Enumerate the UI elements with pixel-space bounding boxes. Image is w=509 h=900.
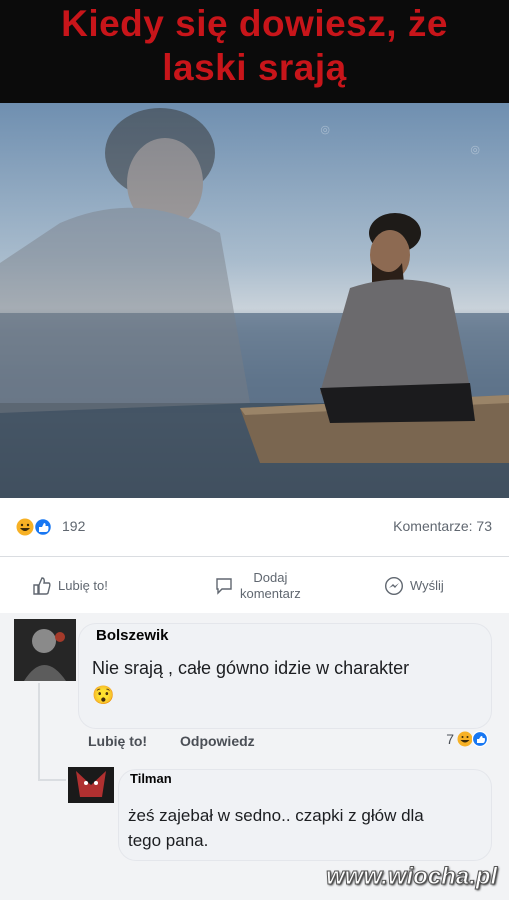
comment-like-button[interactable]: Lubię to! xyxy=(88,733,147,749)
comment-text: żeś zajebał w sedno.. czapki z głów dla … xyxy=(128,806,424,850)
man-by-sea-illustration xyxy=(0,108,509,498)
reaction-count[interactable]: 192 xyxy=(62,518,85,534)
thread-line xyxy=(38,779,66,781)
reaction-icons[interactable] xyxy=(16,518,54,536)
comment-label-line-2: komentarz xyxy=(240,585,301,601)
comment-reaction-count[interactable]: 7 xyxy=(446,731,489,747)
avatar[interactable] xyxy=(68,767,114,803)
messenger-icon xyxy=(384,576,404,595)
comment-author[interactable]: Bolszewik xyxy=(96,627,169,644)
add-comment-button[interactable]: Dodaj komentarz xyxy=(214,557,301,614)
meme-header: Kiedy się dowiesz, że laski srają xyxy=(0,0,509,103)
comment-text: Nie srają , całe gówno idzie w charakter… xyxy=(92,658,410,705)
meme-photo: ◎ ◎ xyxy=(0,103,509,498)
comment-reply-button[interactable]: Odpowiedz xyxy=(180,733,255,749)
thread-line xyxy=(38,683,40,781)
thumbs-up-icon xyxy=(33,576,51,595)
like-label: Lubię to! xyxy=(58,578,108,593)
avatar-image xyxy=(68,767,114,803)
comment-bubble: Bolszewik Nie srają , całe gówno idzie w… xyxy=(78,623,492,729)
reaction-icons xyxy=(457,731,489,747)
like-button[interactable]: Lubię to! xyxy=(32,557,108,614)
send-label: Wyślij xyxy=(410,578,444,593)
avatar-image xyxy=(14,619,76,681)
meme-caption-line-2: laski srają xyxy=(162,47,347,88)
avatar[interactable] xyxy=(14,619,76,681)
comment-label-line-1: Dodaj xyxy=(253,569,288,585)
post-reactions-summary: 192 Komentarze: 73 xyxy=(0,498,509,556)
comments-count-link[interactable]: Komentarze: 73 xyxy=(393,518,492,534)
comment-icon xyxy=(216,577,232,595)
comments-section: Bolszewik Nie srają , całe gówno idzie w… xyxy=(0,613,509,900)
comment-reaction-number: 7 xyxy=(446,731,454,747)
comment-bubble: Tilman żeś zajebał w sedno.. czapki z gł… xyxy=(118,769,492,861)
site-watermark: www.wiocha.pl xyxy=(325,863,498,891)
post-actions-bar: Lubię to! Dodaj komentarz Wyślij xyxy=(0,556,509,614)
comment-author[interactable]: Tilman xyxy=(130,771,172,786)
send-button[interactable]: Wyślij xyxy=(384,557,444,614)
meme-caption-line-1: Kiedy się dowiesz, że xyxy=(61,3,448,44)
